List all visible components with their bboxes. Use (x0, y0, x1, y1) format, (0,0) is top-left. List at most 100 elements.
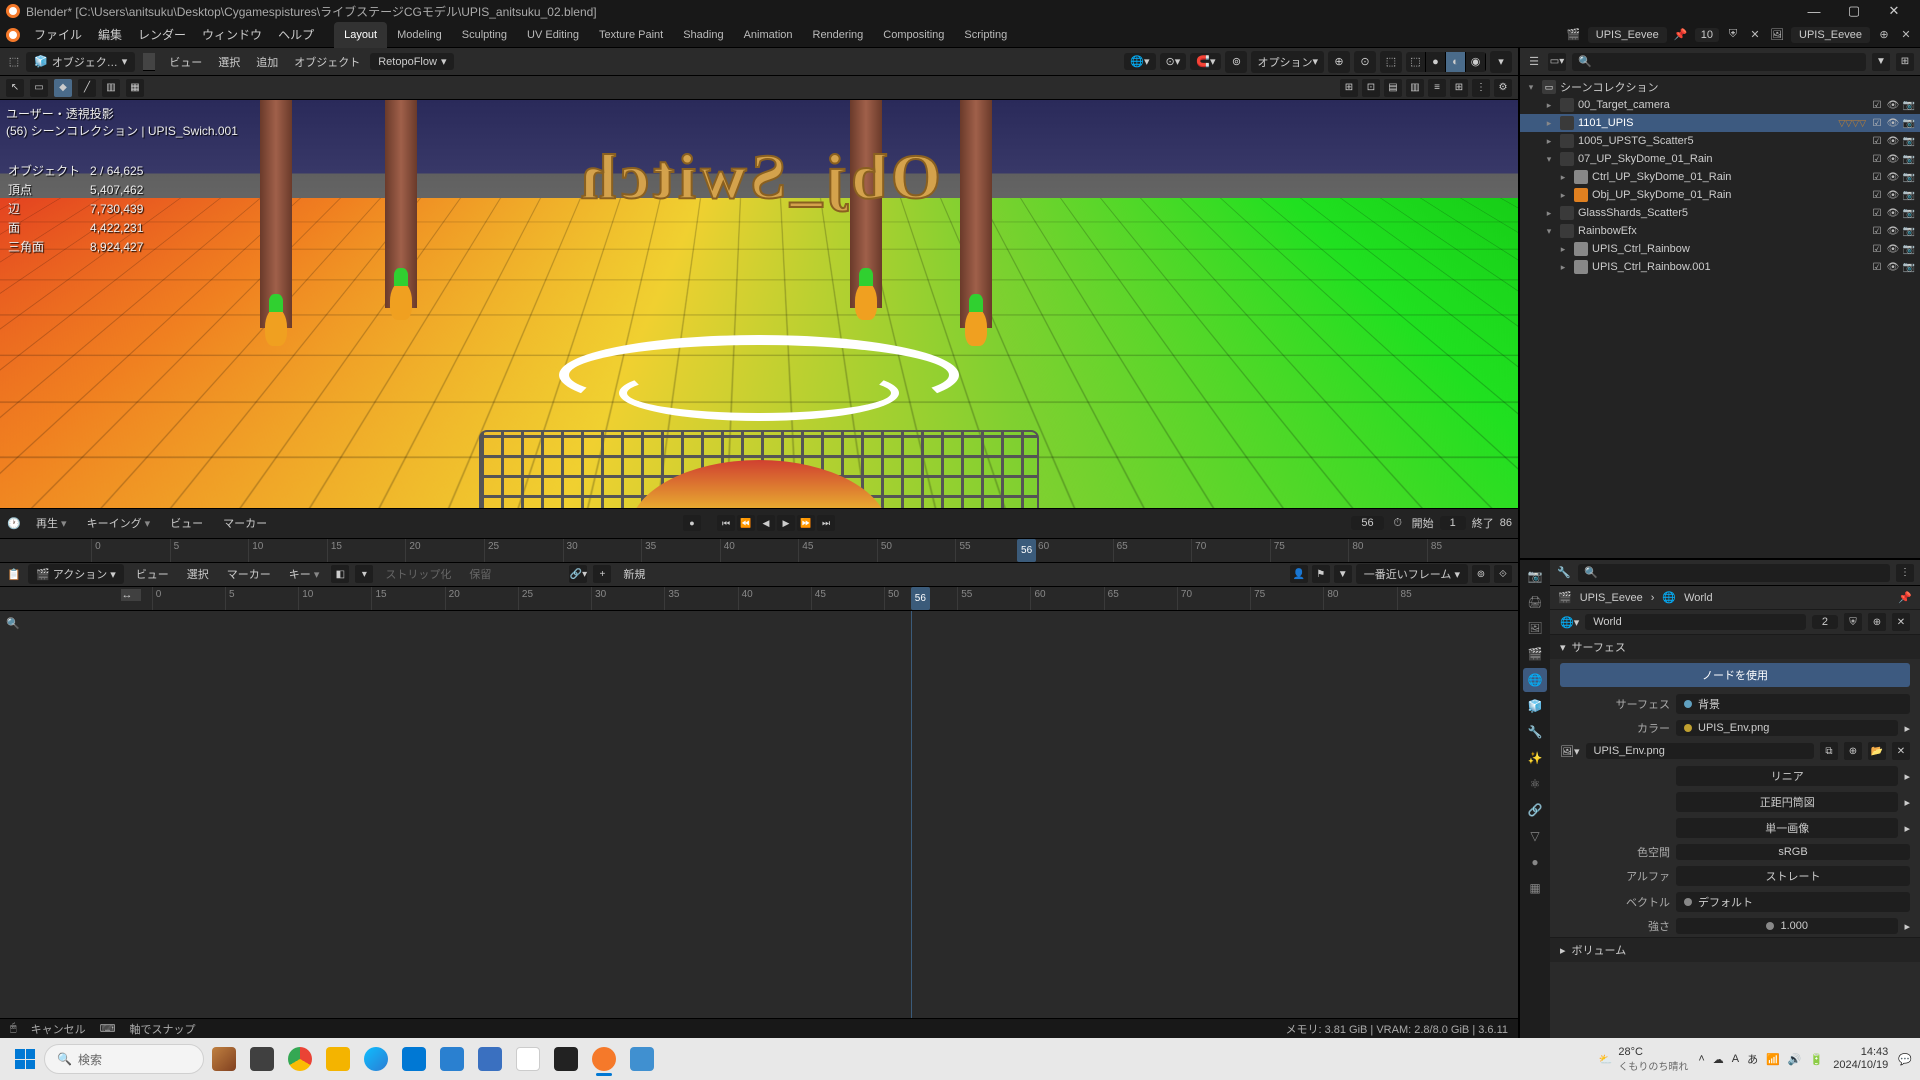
hide-toggle-icon[interactable]: 👁 (1886, 170, 1900, 184)
menu-window[interactable]: ウィンドウ (194, 22, 270, 48)
close-icon[interactable]: ✕ (1747, 27, 1763, 43)
gear-icon[interactable]: ⚙ (1494, 79, 1512, 97)
hide-toggle-icon[interactable]: 👁 (1886, 98, 1900, 112)
vp-menu-add[interactable]: 追加 (250, 52, 284, 72)
tree-expand-icon[interactable]: ▸ (1556, 172, 1570, 183)
dope-filter-2-icon[interactable]: ⚑ (1312, 565, 1330, 583)
outliner-root[interactable]: ▾ ▭ シーンコレクション (1520, 78, 1920, 96)
outliner-display-icon[interactable]: ▭▾ (1548, 53, 1566, 71)
tree-expand-icon[interactable]: ▸ (1542, 118, 1556, 129)
unlink-world-icon[interactable]: ✕ (1892, 613, 1910, 631)
hide-toggle-icon[interactable]: 👁 (1886, 242, 1900, 256)
tab-shading[interactable]: Shading (673, 22, 733, 48)
notifications-icon[interactable]: 💬 (1898, 1053, 1912, 1066)
exclude-toggle-icon[interactable]: ☑ (1870, 224, 1884, 238)
prop-edit-icon[interactable]: ⊚ (1225, 51, 1247, 73)
tab-compositing[interactable]: Compositing (873, 22, 954, 48)
tl-marker[interactable]: マーカー (217, 513, 273, 533)
hide-toggle-icon[interactable]: 👁 (1886, 134, 1900, 148)
timeline-track[interactable]: 0510152025303540455055606570758085 56 (0, 538, 1518, 562)
explorer-icon[interactable] (244, 1041, 280, 1077)
options-dropdown[interactable]: オプション ▾ (1251, 51, 1324, 73)
world-datablock-icon[interactable]: 🌐▾ (1560, 616, 1579, 629)
tray-battery-icon[interactable]: 🔋 (1810, 1053, 1824, 1066)
tab-sculpting[interactable]: Sculpting (452, 22, 517, 48)
outliner-item[interactable]: ▾07_UP_SkyDome_01_Rain☑👁📷 (1520, 150, 1920, 168)
hide-toggle-icon[interactable]: 👁 (1886, 188, 1900, 202)
dope-new-plus-icon[interactable]: + (593, 565, 611, 583)
dope-marker[interactable]: マーカー (221, 564, 277, 584)
jump-start-icon[interactable]: ⏮ (717, 515, 735, 531)
tree-expand-icon[interactable]: ▸ (1542, 100, 1556, 111)
proptab-render-icon[interactable]: 📷 (1523, 564, 1547, 588)
select-mode-vert-icon[interactable]: ◆ (54, 79, 72, 97)
preview-range-icon[interactable]: ⏱ (1390, 515, 1406, 531)
dope-new[interactable]: 新規 (617, 564, 651, 584)
tab-uv[interactable]: UV Editing (517, 22, 589, 48)
color-value[interactable]: UPIS_Env.png (1676, 720, 1898, 736)
overlay-toggle-1-icon[interactable]: ⊞ (1340, 79, 1358, 97)
image-datablock-icon[interactable]: 🖼▾ (1560, 745, 1580, 758)
breadcrumb-scene[interactable]: UPIS_Eevee (1580, 592, 1643, 604)
taskbar-clock[interactable]: 14:43 2024/10/19 (1833, 1046, 1888, 1072)
dope-hold[interactable]: 保留 (463, 564, 497, 584)
tree-expand-icon[interactable]: ▸ (1556, 190, 1570, 201)
outliner[interactable]: ▾ ▭ シーンコレクション ▸00_Target_camera☑👁📷▸1101_… (1520, 76, 1920, 558)
disable-toggle-icon[interactable]: 📷 (1902, 152, 1916, 166)
tree-expand-icon[interactable]: ▸ (1556, 262, 1570, 273)
3d-viewport[interactable]: Obj_Switch ユーザー・透視投影 (56) シーンコレクション | UP… (0, 100, 1518, 508)
vp-menu-view[interactable]: ビュー (163, 52, 208, 72)
tray-cloud-icon[interactable]: ☁ (1713, 1053, 1724, 1066)
disable-toggle-icon[interactable]: 📷 (1902, 116, 1916, 130)
select-mode-edge-icon[interactable]: ╱ (78, 79, 96, 97)
taskbar-search[interactable]: 🔍検索 (44, 1044, 204, 1074)
tab-animation[interactable]: Animation (734, 22, 803, 48)
dope-toggle-1-icon[interactable]: ◧ (331, 565, 349, 583)
tex-unlink-icon[interactable]: ✕ (1892, 742, 1910, 760)
alpha-value[interactable]: ストレート (1676, 866, 1910, 886)
disable-toggle-icon[interactable]: 📷 (1902, 98, 1916, 112)
tl-view[interactable]: ビュー (164, 513, 209, 533)
edge-icon[interactable] (358, 1041, 394, 1077)
disable-toggle-icon[interactable]: 📷 (1902, 188, 1916, 202)
start-frame[interactable]: 1 (1440, 516, 1466, 530)
section-volume-header[interactable]: ▸ ボリューム (1550, 938, 1920, 962)
outliner-item[interactable]: ▸1005_UPSTG_Scatter5☑👁📷 (1520, 132, 1920, 150)
app3-icon[interactable] (510, 1041, 546, 1077)
dope-playhead[interactable]: 56 (911, 587, 930, 610)
outliner-item[interactable]: ▸00_Target_camera☑👁📷 (1520, 96, 1920, 114)
play-icon[interactable]: ▶ (777, 515, 795, 531)
minimize-button[interactable]: — (1794, 0, 1834, 22)
orientation-selector[interactable]: 🌐▾ (1124, 53, 1155, 70)
section-surface-header[interactable]: ▾ サーフェス (1550, 635, 1920, 659)
close-button[interactable]: ✕ (1874, 0, 1914, 22)
autokey-icon[interactable]: ● (683, 515, 701, 531)
gizmo-icon[interactable]: ⊕ (1328, 51, 1350, 73)
breadcrumb-world[interactable]: World (1684, 592, 1713, 604)
outliner-filter-icon[interactable]: ▼ (1872, 53, 1890, 71)
dope-editor-icon[interactable]: 📋 (6, 566, 22, 582)
outliner-item[interactable]: ▸UPIS_Ctrl_Rainbow☑👁📷 (1520, 240, 1920, 258)
exclude-toggle-icon[interactable]: ☑ (1870, 98, 1884, 112)
proptab-constraint-icon[interactable]: 🔗 (1523, 798, 1547, 822)
pivot-selector[interactable]: ⊙▾ (1160, 53, 1187, 70)
proptab-viewlayer-icon[interactable]: 🖼 (1523, 616, 1547, 640)
proptab-material-icon[interactable]: ● (1523, 850, 1547, 874)
snap-selector[interactable]: 🧲▾ (1190, 53, 1221, 70)
vp-menu-select[interactable]: 選択 (212, 52, 246, 72)
blender-taskbar-icon[interactable] (586, 1041, 622, 1077)
disable-toggle-icon[interactable]: 📷 (1902, 206, 1916, 220)
exclude-toggle-icon[interactable]: ☑ (1870, 260, 1884, 274)
dope-snap[interactable]: 一番近いフレーム ▾ (1356, 564, 1468, 584)
tab-layout[interactable]: Layout (334, 22, 387, 48)
projection-value[interactable]: 正距円筒図 (1676, 792, 1898, 812)
source-value[interactable]: 単一画像 (1676, 818, 1898, 838)
terminal-icon[interactable] (548, 1041, 584, 1077)
tray-ime-icon[interactable]: A (1732, 1053, 1739, 1065)
vector-value[interactable]: デフォルト (1676, 892, 1910, 912)
use-nodes-button[interactable]: ノードを使用 (1560, 663, 1910, 687)
taskview-icon[interactable] (206, 1041, 242, 1077)
texture-id[interactable]: UPIS_Env.png (1586, 743, 1815, 759)
dope-mode[interactable]: 🎬 アクション ▾ (28, 564, 124, 584)
menu-help[interactable]: ヘルプ (270, 22, 322, 48)
